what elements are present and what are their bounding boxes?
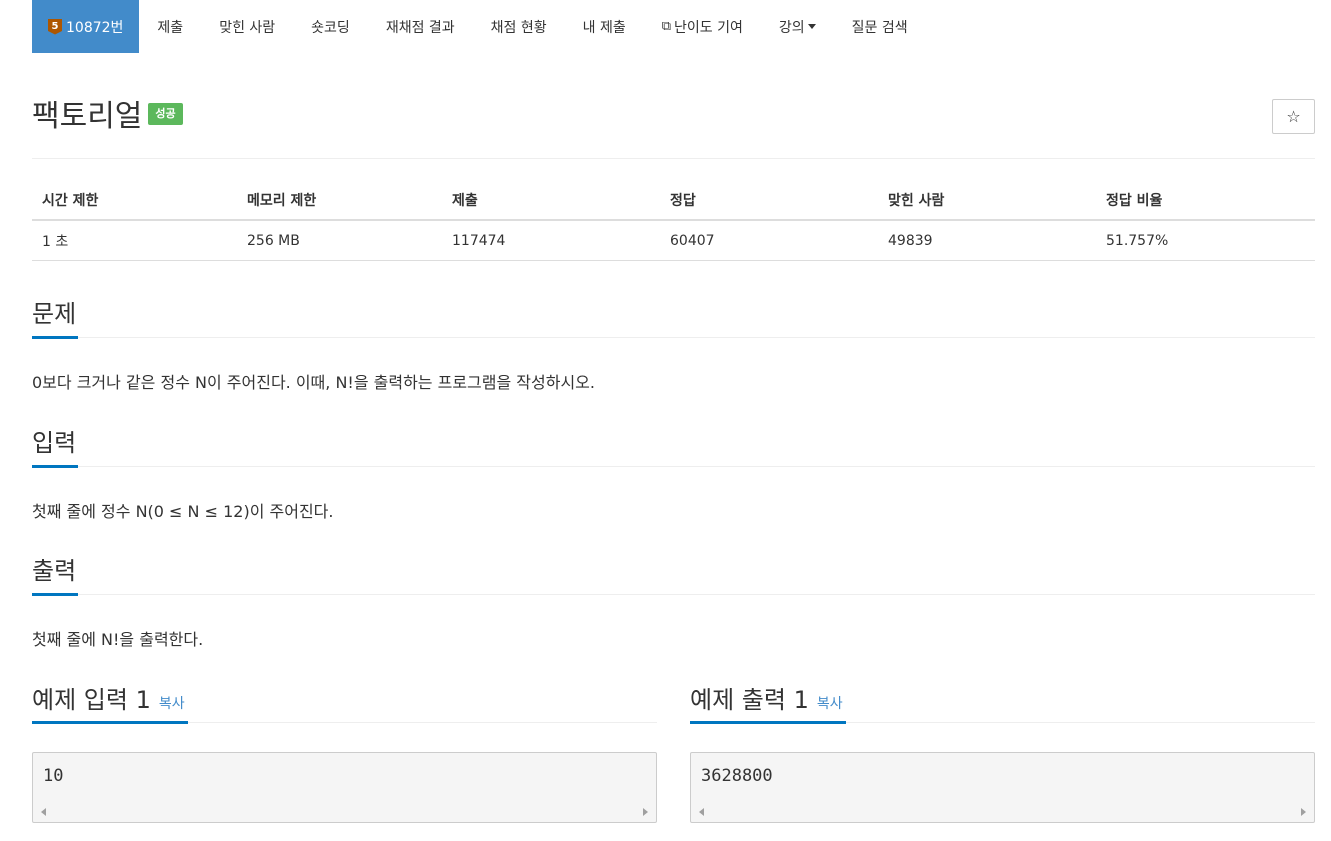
copy-sample-input-button[interactable]: 복사 bbox=[159, 696, 185, 712]
problem-number-label: 10872번 bbox=[66, 19, 124, 36]
nav-solved-users[interactable]: 맞힌 사람 bbox=[201, 0, 293, 53]
problem-header: 팩토리얼 성공 ☆ bbox=[32, 53, 1315, 159]
section-title: 출력 bbox=[32, 557, 77, 585]
sample-title: 예제 출력 1 bbox=[690, 686, 809, 714]
horizontal-scrollbar[interactable] bbox=[33, 802, 656, 822]
value-solved-users: 49839 bbox=[888, 232, 933, 249]
table-header-row: 시간 제한 메모리 제한 제출 정답 맞힌 사람 정답 비율 bbox=[32, 181, 1315, 221]
scroll-right-icon[interactable] bbox=[1301, 808, 1306, 816]
problem-info-table: 시간 제한 메모리 제한 제출 정답 맞힌 사람 정답 비율 1 초 256 M… bbox=[32, 181, 1315, 261]
sample-title-line: 예제 출력 1 복사 bbox=[690, 684, 843, 720]
horizontal-scrollbar[interactable] bbox=[691, 802, 1314, 822]
scroll-left-icon[interactable] bbox=[699, 808, 704, 816]
section-header: 출력 bbox=[32, 551, 1315, 596]
section-input: 입력 첫째 줄에 정수 N(0 ≤ N ≤ 12)이 주어진다. bbox=[32, 423, 1315, 523]
nav-lectures-label: 강의 bbox=[778, 19, 805, 36]
scroll-left-icon[interactable] bbox=[41, 808, 46, 816]
section-underline bbox=[32, 336, 78, 339]
problem-title-line: 팩토리얼 성공 bbox=[32, 97, 183, 137]
section-underline bbox=[32, 465, 78, 468]
nav-my-submissions[interactable]: 내 제출 bbox=[565, 0, 644, 53]
sample-title-line: 예제 입력 1 복사 bbox=[32, 684, 185, 720]
header-memory-limit: 메모리 제한 bbox=[247, 193, 317, 209]
tier-icon: 5 bbox=[48, 18, 62, 35]
nav-short-coding[interactable]: 숏코딩 bbox=[293, 0, 368, 53]
external-link-icon: ⧉ bbox=[661, 19, 672, 34]
value-accept-ratio: 51.757% bbox=[1106, 232, 1169, 249]
sample-input-block: 예제 입력 1 복사 10 bbox=[32, 680, 657, 823]
caret-down-icon bbox=[807, 24, 816, 29]
value-accepted: 60407 bbox=[670, 232, 715, 249]
section-underline bbox=[32, 593, 78, 596]
section-header: 문제 bbox=[32, 294, 1315, 339]
favorite-star-button[interactable]: ☆ bbox=[1272, 99, 1315, 134]
nav-difficulty-label: 난이도 기여 bbox=[674, 19, 743, 36]
section-title: 입력 bbox=[32, 429, 77, 457]
header-time-limit: 시간 제한 bbox=[42, 193, 99, 209]
table-row: 1 초 256 MB 117474 60407 49839 51.757% bbox=[32, 221, 1315, 261]
nav-lectures-dropdown[interactable]: 강의 bbox=[761, 0, 834, 53]
sample-input-box[interactable]: 10 bbox=[32, 752, 657, 823]
copy-sample-output-button[interactable]: 복사 bbox=[817, 696, 843, 712]
problem-title: 팩토리얼 bbox=[32, 99, 143, 134]
sample-input-content: 10 bbox=[43, 766, 64, 786]
nav-difficulty-contribution[interactable]: ⧉ 난이도 기여 bbox=[644, 0, 761, 53]
section-text: 첫째 줄에 N!을 출력한다. bbox=[32, 630, 204, 649]
sample-output-content: 3628800 bbox=[701, 766, 773, 786]
sample-output-block: 예제 출력 1 복사 3628800 bbox=[690, 680, 1315, 823]
scroll-right-icon[interactable] bbox=[643, 808, 648, 816]
value-time-limit: 1 초 bbox=[42, 233, 69, 250]
header-accept-ratio: 정답 비율 bbox=[1106, 193, 1163, 209]
sample-header: 예제 입력 1 복사 bbox=[32, 680, 657, 724]
header-accepted: 정답 bbox=[670, 193, 696, 209]
section-description: 문제 0보다 크거나 같은 정수 N이 주어진다. 이때, N!을 출력하는 프… bbox=[32, 294, 1315, 394]
status-badge: 성공 bbox=[148, 102, 183, 125]
section-title: 문제 bbox=[32, 300, 77, 328]
nav-problem-number[interactable]: 5 10872번 bbox=[32, 0, 140, 53]
header-submissions: 제출 bbox=[452, 193, 478, 209]
section-underline bbox=[690, 721, 846, 724]
value-memory-limit: 256 MB bbox=[247, 232, 300, 249]
section-text: 첫째 줄에 정수 N(0 ≤ N ≤ 12)이 주어진다. bbox=[32, 502, 334, 521]
nav-question-search[interactable]: 질문 검색 bbox=[834, 0, 926, 53]
section-text: 0보다 크거나 같은 정수 N이 주어진다. 이때, N!을 출력하는 프로그램… bbox=[32, 373, 595, 392]
header-solved-users: 맞힌 사람 bbox=[888, 193, 945, 209]
star-icon: ☆ bbox=[1286, 107, 1301, 126]
problem-nav: 5 10872번 제출 맞힌 사람 숏코딩 재채점 결과 채점 현황 내 제출 … bbox=[32, 0, 1315, 53]
section-underline bbox=[32, 721, 188, 724]
value-submissions: 117474 bbox=[452, 232, 506, 249]
nav-rejudge-results[interactable]: 재채점 결과 bbox=[368, 0, 473, 53]
nav-submit[interactable]: 제출 bbox=[139, 0, 201, 53]
section-header: 입력 bbox=[32, 423, 1315, 468]
section-output: 출력 첫째 줄에 N!을 출력한다. bbox=[32, 551, 1315, 651]
sample-title: 예제 입력 1 bbox=[32, 686, 151, 714]
nav-status[interactable]: 채점 현황 bbox=[473, 0, 565, 53]
sample-output-box[interactable]: 3628800 bbox=[690, 752, 1315, 823]
sample-header: 예제 출력 1 복사 bbox=[690, 680, 1315, 724]
